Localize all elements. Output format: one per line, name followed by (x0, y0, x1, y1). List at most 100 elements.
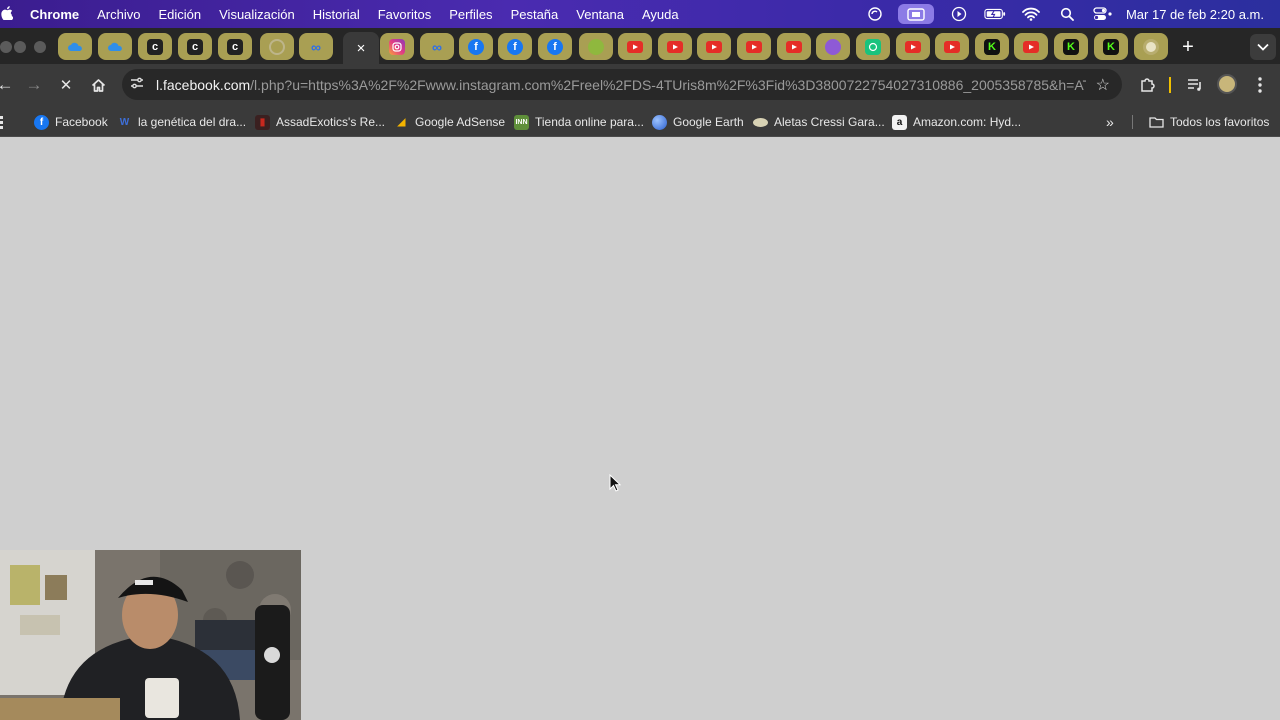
play-icon[interactable] (948, 6, 970, 22)
macos-menu-bar: Chrome Archivo Edición Visualización His… (0, 0, 1280, 28)
tab[interactable] (737, 33, 771, 60)
webcam-person-image (0, 550, 301, 720)
bookmark-adsense[interactable]: ◢ Google AdSense (394, 111, 505, 133)
window-zoom-button[interactable] (34, 41, 46, 53)
menu-visualizacion[interactable]: Visualización (219, 7, 295, 22)
url-path: /l.php?u=https%3A%2F%2Fwww.instagram.com… (250, 76, 1086, 93)
apple-icon[interactable] (0, 5, 14, 23)
tab[interactable]: ∞ (420, 33, 454, 60)
tab[interactable]: K (975, 33, 1009, 60)
spotlight-search-icon[interactable] (1056, 6, 1078, 22)
youtube-icon (905, 39, 921, 55)
tab[interactable] (856, 33, 890, 60)
menu-perfiles[interactable]: Perfiles (449, 7, 492, 22)
tab[interactable] (658, 33, 692, 60)
menu-favoritos[interactable]: Favoritos (378, 7, 431, 22)
tab[interactable] (935, 33, 969, 60)
tab[interactable] (697, 33, 731, 60)
tab[interactable] (1134, 33, 1168, 60)
screen-recording-icon[interactable] (897, 4, 934, 24)
menu-pestana[interactable]: Pestaña (511, 7, 559, 22)
menu-app-name[interactable]: Chrome (30, 7, 79, 22)
tab[interactable]: f (538, 33, 572, 60)
forward-button[interactable]: → (23, 74, 45, 96)
tab[interactable] (58, 33, 92, 60)
c-letter-icon: c (227, 38, 243, 55)
bookmark-assadexotics[interactable]: ▮ AssadExotics's Re... (255, 111, 385, 133)
active-tab[interactable]: × (343, 32, 379, 64)
fins-icon (753, 117, 768, 127)
tab[interactable]: K (1094, 33, 1128, 60)
meta-icon: ∞ (432, 38, 442, 55)
amazon-icon: a (892, 114, 907, 130)
url-text[interactable]: l.facebook.com/l.php?u=https%3A%2F%2Fwww… (156, 77, 1086, 93)
tab-search-button[interactable] (1250, 34, 1276, 60)
window-close-button[interactable] (0, 41, 12, 53)
bookmarks-overflow-button[interactable]: » (1106, 111, 1114, 133)
site-settings-icon[interactable] (130, 77, 146, 92)
chrome-icon (1143, 38, 1159, 55)
kick-icon: K (1103, 38, 1119, 55)
tab[interactable]: c (178, 33, 212, 60)
tab[interactable] (777, 33, 811, 60)
youtube-icon (746, 39, 762, 55)
bookmark-amazon[interactable]: a Amazon.com: Hyd... (892, 111, 1021, 133)
tab[interactable] (896, 33, 930, 60)
bookmark-genetica[interactable]: W la genética del dra... (117, 111, 246, 133)
menu-ventana[interactable]: Ventana (576, 7, 624, 22)
bookmark-star-icon[interactable]: ☆ (1096, 75, 1110, 95)
tab[interactable]: c (218, 33, 252, 60)
wifi-icon[interactable] (1020, 6, 1042, 22)
apps-grid-icon[interactable] (0, 111, 8, 133)
menu-edicion[interactable]: Edición (158, 7, 201, 22)
menu-ayuda[interactable]: Ayuda (642, 7, 679, 22)
reading-list-icon[interactable] (1184, 74, 1206, 96)
menu-dots-icon[interactable] (1249, 74, 1271, 96)
bookmark-label: Tienda online para... (535, 115, 644, 129)
wordpress-icon: W (119, 116, 130, 128)
extensions-icon[interactable] (1136, 74, 1158, 96)
back-button[interactable]: ← (0, 74, 16, 96)
new-tab-button[interactable]: + (1177, 36, 1199, 58)
menu-historial[interactable]: Historial (313, 7, 360, 22)
all-favorites-folder[interactable]: Todos los favoritos (1149, 111, 1269, 133)
tab[interactable] (816, 33, 850, 60)
control-center-icon[interactable] (1092, 6, 1114, 22)
facebook-icon: f (468, 38, 484, 55)
tab[interactable] (380, 33, 414, 60)
tab[interactable] (260, 33, 294, 60)
onedrive-icon (107, 39, 123, 55)
bookmark-label: Aletas Cressi Gara... (774, 115, 885, 129)
address-bar[interactable]: l.facebook.com/l.php?u=https%3A%2F%2Fwww… (122, 69, 1122, 100)
menu-bar-clock[interactable]: Mar 17 de feb 2:20 a.m. (1126, 7, 1264, 22)
facebook-icon: f (547, 38, 563, 55)
tab[interactable]: f (498, 33, 532, 60)
bookmarks-divider (1132, 115, 1133, 129)
tab[interactable]: c (138, 33, 172, 60)
tab[interactable] (579, 33, 613, 60)
tab[interactable]: ∞ (299, 33, 333, 60)
c-letter-icon: c (147, 38, 163, 55)
tab[interactable] (98, 33, 132, 60)
tab[interactable] (618, 33, 652, 60)
bookmark-google-earth[interactable]: Google Earth (652, 111, 744, 133)
profile-avatar[interactable] (1217, 74, 1237, 94)
bookmark-aletas-cressi[interactable]: Aletas Cressi Gara... (753, 111, 885, 133)
close-icon[interactable]: × (357, 40, 366, 57)
tab[interactable] (1014, 33, 1048, 60)
sync-icon[interactable] (864, 6, 886, 22)
window-minimize-button[interactable] (14, 41, 26, 53)
tab[interactable]: f (459, 33, 493, 60)
bookmark-label: Amazon.com: Hyd... (913, 115, 1022, 129)
bookmark-tienda-online[interactable]: INN Tienda online para... (514, 111, 644, 133)
menu-archivo[interactable]: Archivo (97, 7, 140, 22)
tab[interactable]: K (1054, 33, 1088, 60)
badge-icon (825, 38, 841, 55)
browser-toolbar: ← → ✕ l.facebook.com/l.php?u=https%3A%2F… (0, 64, 1280, 106)
bookmark-facebook[interactable]: f Facebook (34, 111, 108, 133)
battery-icon[interactable] (984, 6, 1006, 22)
meta-icon: ∞ (311, 38, 321, 55)
stop-loading-button[interactable]: ✕ (55, 74, 77, 96)
youtube-icon (667, 39, 683, 55)
home-button[interactable] (87, 74, 109, 96)
